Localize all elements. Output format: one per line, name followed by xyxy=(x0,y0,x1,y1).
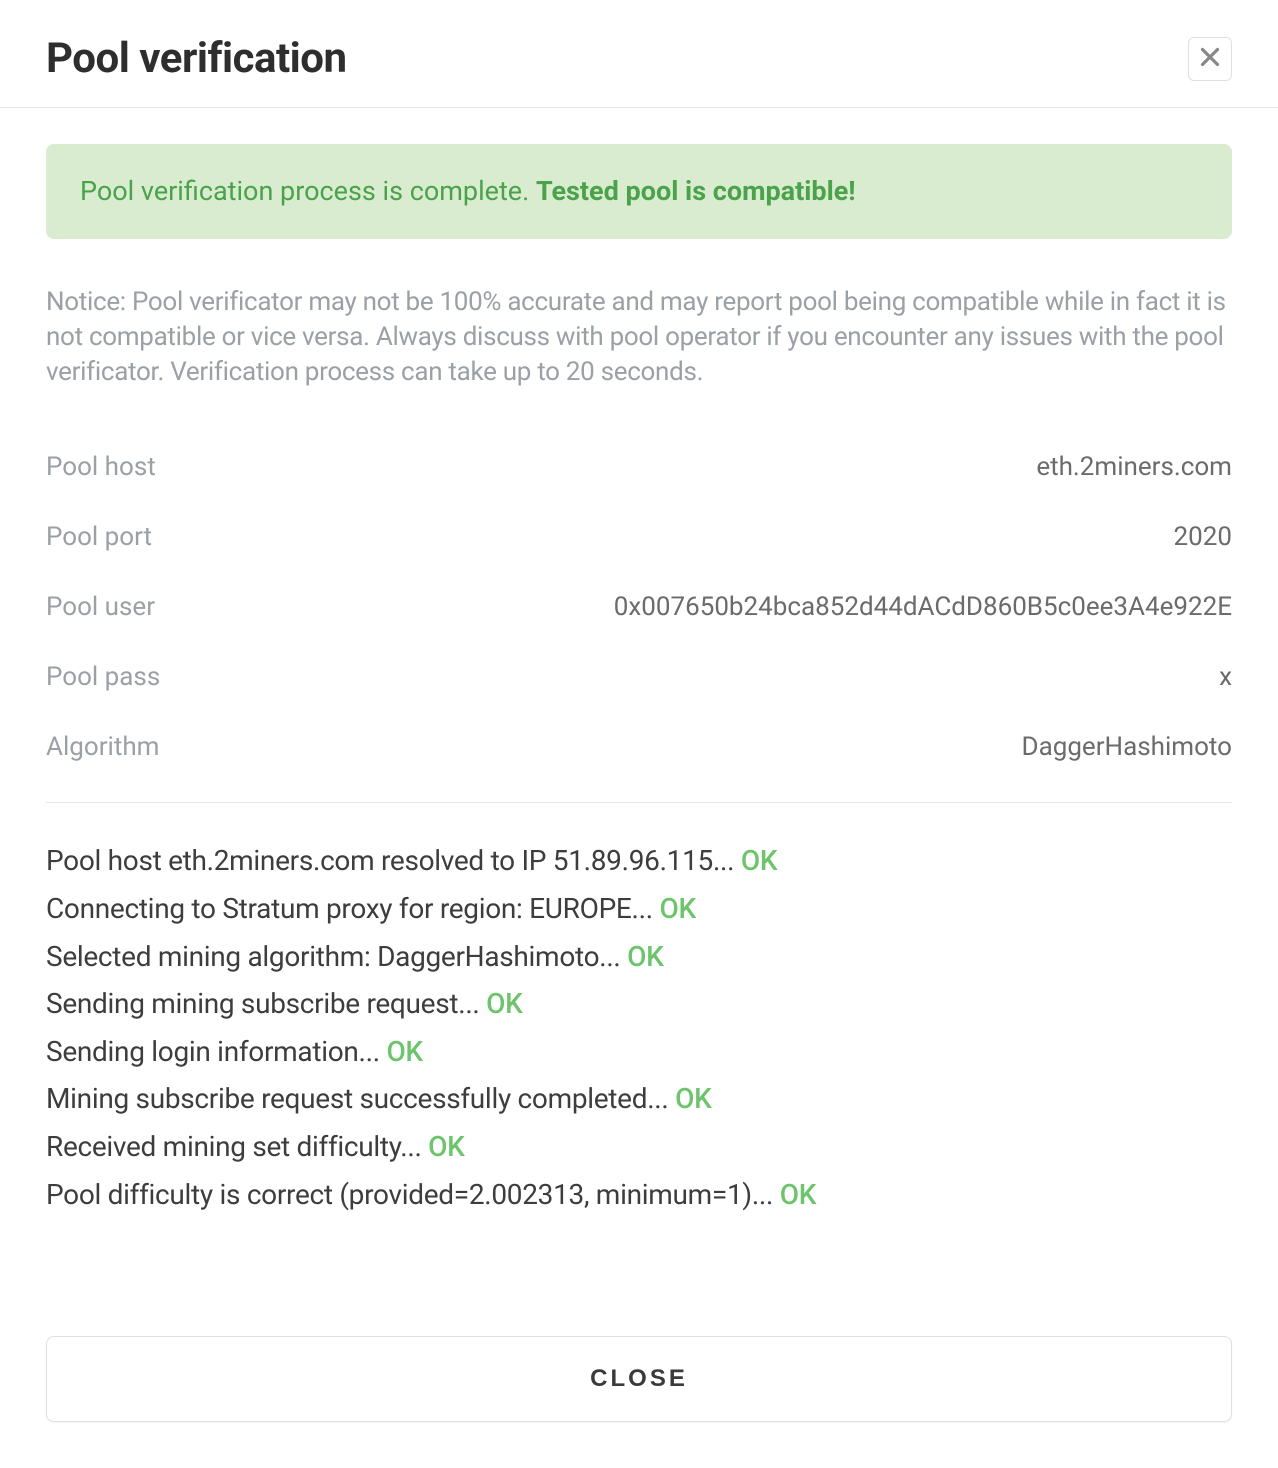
log-line: Pool difficulty is correct (provided=2.0… xyxy=(46,1171,1232,1219)
detail-row: Pool user 0x007650b24bca852d44dACdD860B5… xyxy=(46,572,1232,642)
log-line: Selected mining algorithm: DaggerHashimo… xyxy=(46,933,1232,981)
log-text: Selected mining algorithm: DaggerHashimo… xyxy=(46,940,627,973)
modal-footer: CLOSE xyxy=(0,1336,1278,1468)
log-text: Sending mining subscribe request... xyxy=(46,987,486,1020)
detail-value: x xyxy=(1219,662,1232,692)
status-ok: OK xyxy=(627,940,663,973)
detail-value: 2020 xyxy=(1174,522,1232,552)
detail-label: Pool port xyxy=(46,522,152,552)
detail-label: Pool host xyxy=(46,452,156,482)
detail-label: Algorithm xyxy=(46,732,159,762)
detail-value: eth.2miners.com xyxy=(1036,452,1232,482)
detail-row: Pool host eth.2miners.com xyxy=(46,432,1232,502)
pool-verification-modal: Pool verification Pool verification proc… xyxy=(0,0,1278,1468)
success-alert: Pool verification process is complete. T… xyxy=(46,144,1232,239)
log-text: Pool host eth.2miners.com resolved to IP… xyxy=(46,844,741,877)
log-line: Pool host eth.2miners.com resolved to IP… xyxy=(46,837,1232,885)
alert-strong: Tested pool is compatible! xyxy=(536,175,856,207)
log-text: Received mining set difficulty... xyxy=(46,1130,428,1163)
log-text: Sending login information... xyxy=(46,1035,386,1068)
status-ok: OK xyxy=(741,844,777,877)
notice-text: Notice: Pool verificator may not be 100%… xyxy=(46,285,1232,390)
detail-label: Pool user xyxy=(46,592,155,622)
modal-header: Pool verification xyxy=(0,0,1278,108)
log-text: Pool difficulty is correct (provided=2.0… xyxy=(46,1178,780,1211)
log-text: Mining subscribe request successfully co… xyxy=(46,1082,675,1115)
close-icon xyxy=(1200,47,1220,71)
modal-body: Pool verification process is complete. T… xyxy=(0,108,1278,1336)
detail-value: DaggerHashimoto xyxy=(1022,732,1232,762)
log-line: Sending mining subscribe request... OK xyxy=(46,980,1232,1028)
verification-log: Pool host eth.2miners.com resolved to IP… xyxy=(46,837,1232,1218)
detail-row: Pool port 2020 xyxy=(46,502,1232,572)
detail-label: Pool pass xyxy=(46,662,160,692)
status-ok: OK xyxy=(428,1130,464,1163)
status-ok: OK xyxy=(486,987,522,1020)
status-ok: OK xyxy=(780,1178,816,1211)
modal-title: Pool verification xyxy=(46,34,347,83)
status-ok: OK xyxy=(659,892,695,925)
close-wide-button[interactable]: CLOSE xyxy=(46,1336,1232,1422)
log-line: Received mining set difficulty... OK xyxy=(46,1123,1232,1171)
status-ok: OK xyxy=(675,1082,711,1115)
log-line: Mining subscribe request successfully co… xyxy=(46,1075,1232,1123)
close-button[interactable] xyxy=(1188,37,1232,81)
pool-details-list: Pool host eth.2miners.com Pool port 2020… xyxy=(46,432,1232,782)
status-ok: OK xyxy=(386,1035,422,1068)
detail-value: 0x007650b24bca852d44dACdD860B5c0ee3A4e92… xyxy=(614,592,1232,622)
alert-text: Pool verification process is complete. xyxy=(80,175,536,207)
detail-row: Algorithm DaggerHashimoto xyxy=(46,712,1232,782)
detail-row: Pool pass x xyxy=(46,642,1232,712)
log-text: Connecting to Stratum proxy for region: … xyxy=(46,892,659,925)
section-divider xyxy=(46,802,1232,803)
log-line: Sending login information... OK xyxy=(46,1028,1232,1076)
log-line: Connecting to Stratum proxy for region: … xyxy=(46,885,1232,933)
